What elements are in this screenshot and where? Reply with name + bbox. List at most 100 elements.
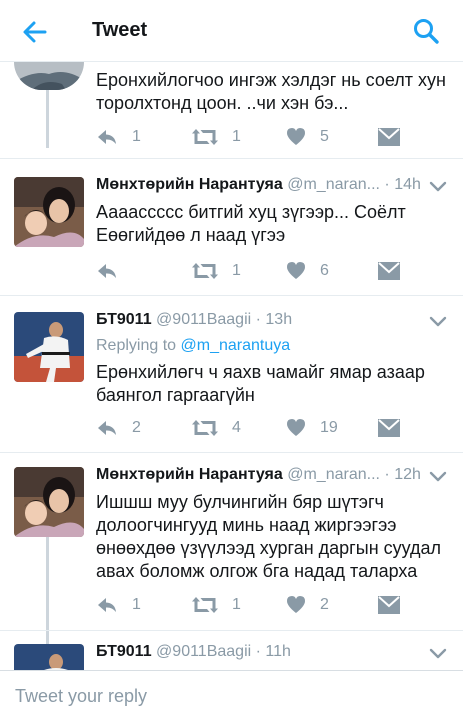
direct-message-button[interactable] bbox=[378, 593, 400, 617]
tweet-text-line: авах боломж олгож бга надад таларха bbox=[96, 561, 418, 581]
thread-line bbox=[46, 90, 49, 148]
tweet-text: Аааассссс битгий хуц зүгээр... Соёлт Еөө… bbox=[96, 201, 446, 247]
retweet-button[interactable]: 1 bbox=[192, 125, 241, 149]
like-count: 6 bbox=[320, 262, 329, 279]
avatar[interactable] bbox=[14, 467, 84, 537]
tweet-header: Мөнхтөрийн Нарантуяа @m_naran... · 12h bbox=[96, 466, 421, 484]
retweet-icon bbox=[192, 597, 218, 613]
tweet-text: Еронхийлогчоо ингэж хэлдэг нь соелт хун … bbox=[96, 69, 446, 115]
author-name[interactable]: Мөнхтөрийн Нарантуяа bbox=[96, 176, 283, 193]
reply-icon bbox=[98, 264, 116, 278]
direct-message-button[interactable] bbox=[378, 125, 400, 149]
tweet-actions: 1 1 5 bbox=[96, 125, 416, 149]
retweet-button[interactable]: 1 bbox=[192, 593, 241, 617]
tweet-actions: 1 6 bbox=[96, 259, 416, 283]
retweet-count: 4 bbox=[232, 419, 241, 436]
reply-button[interactable]: 1 bbox=[96, 593, 141, 617]
retweet-count: 1 bbox=[232, 128, 241, 145]
tweet-text: Ишшш муу булчингийн бяр шүтэгч долоогчин… bbox=[96, 491, 446, 583]
tweet-text-line: баянгол гаргаагүйн bbox=[96, 385, 255, 405]
like-button[interactable]: 19 bbox=[286, 416, 338, 440]
page-title: Tweet bbox=[92, 19, 148, 41]
divider bbox=[0, 158, 463, 159]
dot-separator: · bbox=[255, 643, 266, 660]
direct-message-button[interactable] bbox=[378, 259, 400, 283]
tweet-text-line: Ерөнхийлөгч ч яахв чамайг ямар азаар bbox=[96, 362, 425, 382]
author-handle[interactable]: @9011Baagii bbox=[156, 643, 251, 660]
tweet-text-line: Еөөгийдөө л наад үгээ bbox=[96, 225, 286, 245]
reply-icon bbox=[98, 130, 116, 144]
like-button[interactable]: 5 bbox=[286, 125, 329, 149]
tweet-time: 14h bbox=[394, 176, 421, 193]
tweet-text-line: Еронхийлогчоо ингэж хэлдэг нь соелт хун bbox=[96, 70, 446, 90]
author-name[interactable]: БТ9011 bbox=[96, 311, 152, 328]
avatar[interactable] bbox=[14, 312, 84, 382]
reply-button[interactable] bbox=[96, 259, 132, 283]
like-button[interactable]: 6 bbox=[286, 259, 329, 283]
tweet-time: 13h bbox=[265, 311, 293, 328]
retweet-count: 1 bbox=[232, 596, 241, 613]
direct-message-button[interactable] bbox=[378, 416, 400, 440]
reply-count: 2 bbox=[132, 419, 141, 436]
divider bbox=[0, 630, 463, 631]
reply-button[interactable]: 2 bbox=[96, 416, 141, 440]
reply-count: 1 bbox=[132, 596, 141, 613]
heart-icon bbox=[287, 596, 305, 613]
search-icon bbox=[414, 19, 439, 44]
dot-separator: · bbox=[384, 176, 395, 193]
dot-separator: · bbox=[384, 466, 395, 483]
back-button[interactable] bbox=[20, 17, 50, 47]
replying-to-label: Replying to bbox=[96, 337, 177, 354]
tweet-header: Мөнхтөрийн Нарантуяа @m_naran... · 14h bbox=[96, 176, 421, 194]
retweet-button[interactable]: 1 bbox=[192, 259, 241, 283]
dot-separator: · bbox=[255, 311, 266, 328]
top-app-bar: Tweet bbox=[0, 0, 463, 62]
avatar[interactable] bbox=[14, 62, 84, 90]
author-handle[interactable]: @m_naran... bbox=[287, 176, 380, 193]
tweet-text-line: долоогчингууд минь наад жиргээгээ bbox=[96, 515, 397, 535]
heart-icon bbox=[287, 128, 305, 145]
back-arrow-icon bbox=[23, 21, 47, 43]
reply-composer bbox=[0, 670, 463, 721]
replying-to-handle[interactable]: @m_narantuya bbox=[181, 337, 291, 354]
like-button[interactable]: 2 bbox=[286, 593, 329, 617]
author-handle[interactable]: @9011Baagii bbox=[156, 311, 251, 328]
search-button[interactable] bbox=[411, 16, 441, 46]
tweet-actions: 1 1 2 bbox=[96, 593, 416, 617]
like-count: 2 bbox=[320, 596, 329, 613]
divider bbox=[0, 452, 463, 453]
tweet-text-line: өнөөхдөө үзүүлээд хурган даргын суудал bbox=[96, 538, 442, 558]
retweet-count: 1 bbox=[232, 262, 241, 279]
retweet-icon bbox=[192, 129, 218, 145]
author-name[interactable]: Мөнхтөрийн Нарантуяа bbox=[96, 466, 283, 483]
replying-to: Replying to @m_narantuya bbox=[96, 337, 290, 355]
tweet-time: 12h bbox=[394, 466, 421, 483]
reply-icon bbox=[98, 421, 116, 435]
chevron-down-icon[interactable] bbox=[429, 471, 447, 483]
chevron-down-icon[interactable] bbox=[429, 316, 447, 328]
heart-icon bbox=[287, 262, 305, 279]
author-name[interactable]: БТ9011 bbox=[96, 643, 152, 660]
reply-button[interactable]: 1 bbox=[96, 125, 141, 149]
heart-icon bbox=[287, 419, 305, 436]
tweet-text: Ерөнхийлөгч ч яахв чамайг ямар азаар бая… bbox=[96, 361, 446, 407]
envelope-icon bbox=[378, 128, 400, 146]
tweet-text-line: торолхтонд цоон. ..чи хэн бэ... bbox=[96, 93, 349, 113]
tweet-header: БТ9011 @9011Baagii · 13h bbox=[96, 311, 292, 329]
tweet-header: БТ9011 @9011Baagii · 11h bbox=[96, 643, 291, 661]
like-count: 19 bbox=[320, 419, 338, 436]
like-count: 5 bbox=[320, 128, 329, 145]
envelope-icon bbox=[378, 596, 400, 614]
tweet-text-line: Ишшш муу булчингийн бяр шүтэгч bbox=[96, 492, 384, 512]
chevron-down-icon[interactable] bbox=[429, 181, 447, 193]
retweet-button[interactable]: 4 bbox=[192, 416, 241, 440]
reply-input[interactable] bbox=[0, 671, 463, 721]
chevron-down-icon[interactable] bbox=[429, 648, 447, 660]
author-handle[interactable]: @m_naran... bbox=[287, 466, 380, 483]
avatar[interactable] bbox=[14, 644, 84, 670]
divider bbox=[0, 295, 463, 296]
reply-icon bbox=[98, 598, 116, 612]
avatar[interactable] bbox=[14, 177, 84, 247]
retweet-icon bbox=[192, 263, 218, 279]
envelope-icon bbox=[378, 262, 400, 280]
